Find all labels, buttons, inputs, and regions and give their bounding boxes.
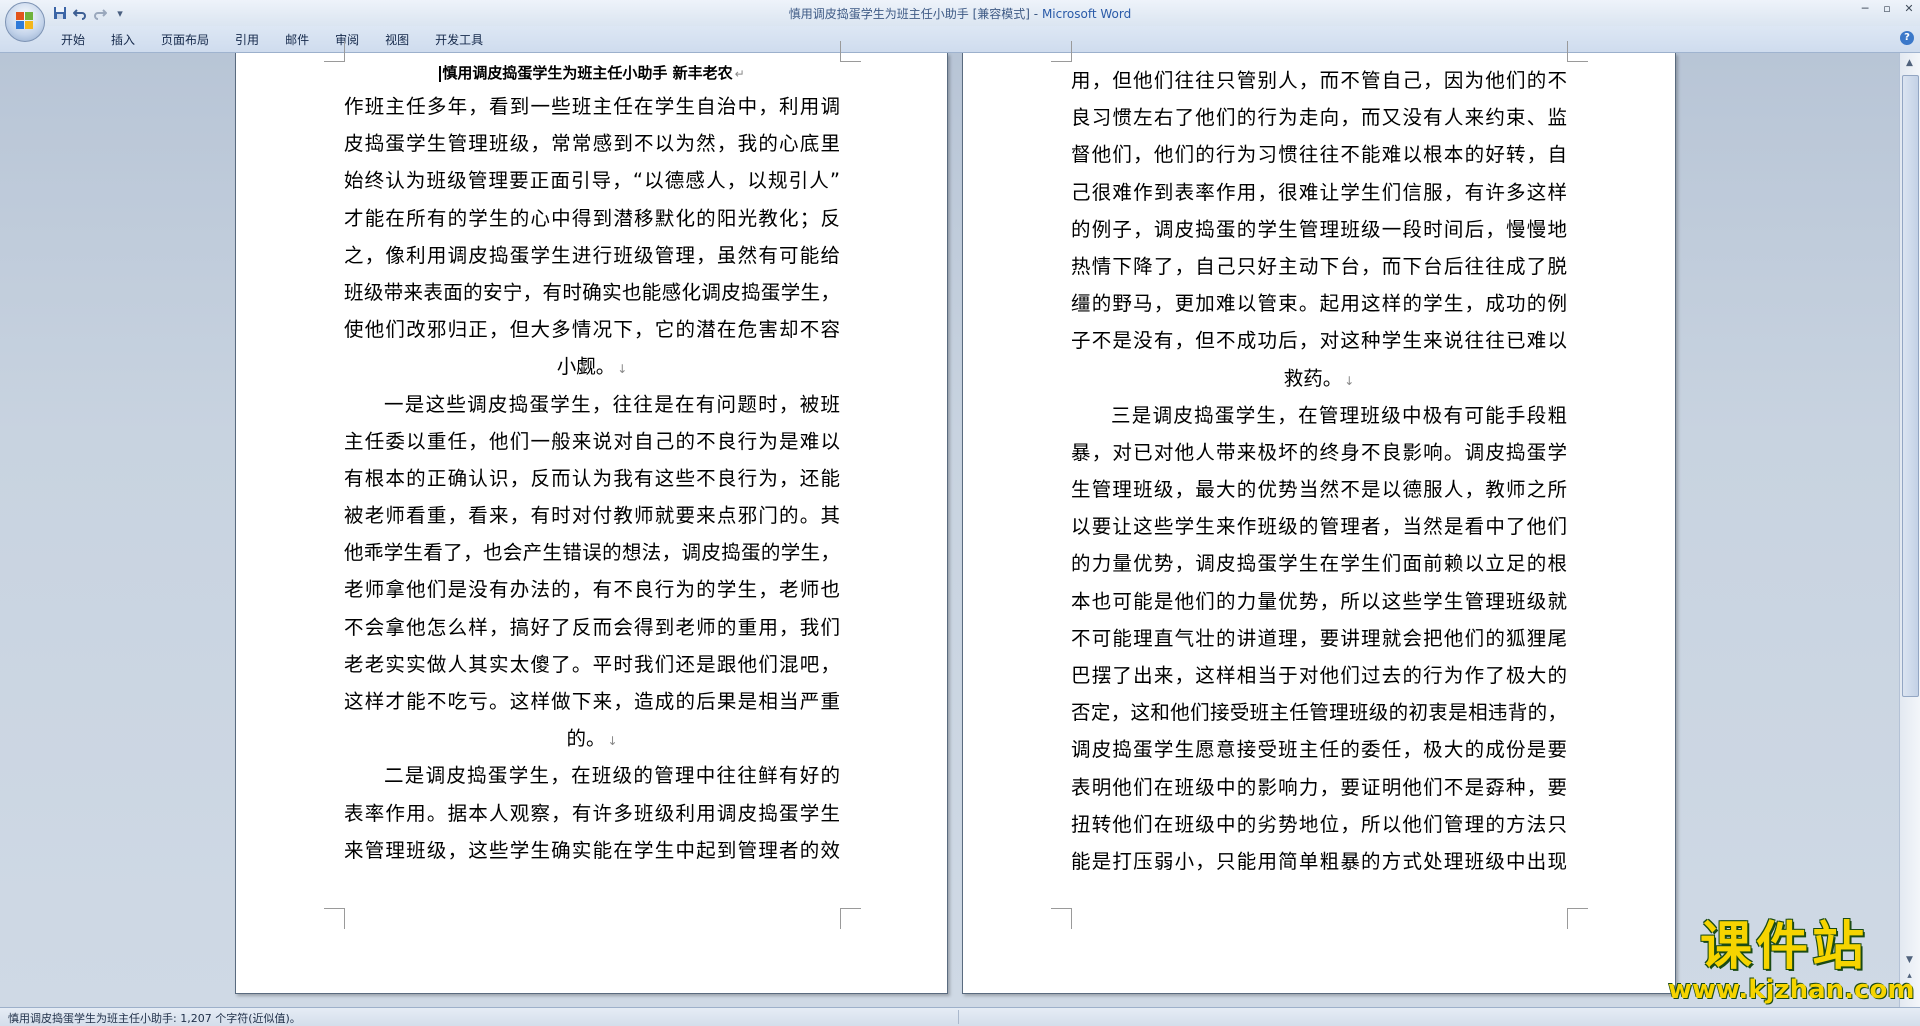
text-line: 作班主任多年，看到一些班主任在学生自治中，利用调 [344,95,840,118]
document-area: 慎用调皮捣蛋学生为班主任小助手 新丰老农 ↵ 作班主任多年，看到一些班主任在学生自… [0,41,1900,1007]
crop-mark [1567,908,1588,929]
text-line: 子不是没有，但不成功后，对这种学生来说往往已难以 [1071,329,1567,353]
save-icon[interactable] [52,5,68,21]
page-1-text: 慎用调皮捣蛋学生为班主任小助手 新丰老农 ↵ 作班主任多年，看到一些班主任在学生自… [344,58,840,869]
text-line: 小觑。 ↓ [556,355,628,379]
text-line: 暴，对已对他人带来极坏的终身不良影响。调皮捣蛋学 [1071,440,1567,464]
text-line: 之，像利用调皮捣蛋学生进行班级管理，虽然有可能给 [344,243,840,267]
text-line: 不会拿他怎么样，搞好了反而会得到老师的重用，我们 [344,615,840,639]
text-line: 这样才能不吃亏。这样做下来，造成的后果是相当严重 [344,690,840,713]
title-bar: 慎用调皮捣蛋学生为班主任小助手 [兼容模式] - Microsoft Word … [0,0,1920,26]
crop-mark [840,41,861,62]
scroll-down-icon[interactable]: ▼ [1902,953,1917,967]
text-line: 被老师看重，看来，有时对付教师就要来点邪门的。其 [344,504,840,528]
text-line: 皮捣蛋学生管理班级，常常感到不以为然，我的心底里 [344,132,840,156]
window-title: 慎用调皮捣蛋学生为班主任小助手 [兼容模式] - Microsoft Word [0,5,1920,22]
text-line: 救药。 ↓ [1283,366,1355,390]
text-line: 调皮捣蛋学生愿意接受班主任的委任，极大的成份是要 [1071,738,1567,762]
redo-icon[interactable] [92,5,108,21]
text-line: 热情下降了，自己只好主动下台，而下台后往往成了脱 [1071,254,1567,278]
page-2-text: 用，但他们往往只管别人，而不管自己，因为他们的不 良习惯左右了他们的行为走向，而又… [1071,62,1567,880]
document-name: 慎用调皮捣蛋学生为班主任小助手 [兼容模式] [788,7,1030,21]
paragraph-mark: ↓ [1344,373,1355,388]
text-line: 有根本的正确认识，反而认为我有这些不良行为，还能 [344,466,840,490]
watermark-logo: 课件站 www.kjzhan.com [1668,917,1915,1008]
text-line: 否定，这和他们接受班主任管理班级的初衷是相违背的， [1071,701,1567,725]
text-line: 良习惯左右了他们的行为走向，而又没有人来约束、监 [1071,106,1567,130]
office-logo-icon [16,12,34,30]
help-icon[interactable]: ? [1900,31,1914,45]
page-2[interactable]: 用，但他们往往只管别人，而不管自己，因为他们的不 良习惯左右了他们的行为走向，而又… [962,41,1676,994]
crop-mark [324,908,345,929]
close-button[interactable]: ✕ [1898,0,1920,20]
text-line: 不可能理直气壮的讲道理，要讲理就会把他们的狐狸尾 [1071,626,1567,650]
scroll-up-icon[interactable]: ▲ [1902,56,1917,70]
undo-icon[interactable] [72,5,88,21]
status-bar: 慎用调皮捣蛋学生为班主任小助手: 1,207 个字符(近似值)。 [0,1007,1920,1026]
text-line: 使他们改邪归正，但大多情况下，它的潜在危害却不容 [344,318,840,342]
text-line: 老师拿他们是没有办法的，有不良行为的学生，老师也 [344,578,840,602]
crop-mark [324,41,345,62]
text-line: 的例子，调皮捣蛋的学生管理班级一段时间后，慢慢地 [1071,217,1567,241]
text-line: 本也可能是他们的力量优势，所以这些学生管理班级就 [1071,589,1567,613]
vertical-scrollbar[interactable]: ▲ ▼ ▴ ○ [1899,53,1920,1007]
text-line: 老老实实做人其实太傻了。平时我们还是跟他们混吧， [344,652,840,676]
quick-access-toolbar: ▾ [52,4,128,22]
text-line: 缰的野马，更加难以管束。起用这样的学生，成功的例 [1071,292,1567,316]
tab-mailings[interactable]: 邮件 [272,31,322,49]
text-line: 表率作用。据本人观察，有许多班级利用调皮捣蛋学生 [344,801,840,825]
ribbon: 开始 插入 页面布局 引用 邮件 审阅 视图 开发工具 ? [0,26,1920,53]
tab-developer[interactable]: 开发工具 [422,31,496,49]
tab-page-layout[interactable]: 页面布局 [148,31,222,49]
watermark-url: www.kjzhan.com [1668,975,1915,1005]
scroll-thumb[interactable] [1902,75,1919,697]
text-line: 班级带来表面的安宁，有时确实也能感化调皮捣蛋学生， [344,280,840,304]
text-line: 以要让这些学生来作班级的管理者，当然是看中了他们 [1071,515,1567,539]
text-line: 巴摆了出来，这样相当于对他们过去的行为作了极大的 [1071,664,1567,687]
office-button[interactable] [5,2,45,42]
text-line: 一是这些调皮捣蛋学生，往往是在有问题时，被班 [384,392,840,416]
minimize-button[interactable]: ─ [1854,0,1876,20]
restore-button[interactable]: ▫ [1876,0,1898,20]
text-line: 才能在所有的学生的心中得到潜移默化的阳光教化；反 [344,206,840,230]
tab-home[interactable]: 开始 [48,31,98,49]
text-line: 己很难作到表率作用，很难让学生们信服，有许多这样 [1071,180,1567,204]
ribbon-tabs: 开始 插入 页面布局 引用 邮件 审阅 视图 开发工具 [48,31,496,49]
watermark-cn: 课件站 [1699,917,1868,977]
text-line: 来管理班级，这些学生确实能在学生中起到管理者的效 [344,838,840,862]
text-line: 用，但他们往往只管别人，而不管自己，因为他们的不 [1071,69,1567,92]
crop-mark [840,908,861,929]
app-name: Microsoft Word [1041,7,1132,21]
text-line: 表明他们在班级中的影响力，要证明他们不是孬种，要 [1071,775,1567,799]
title-separator: - [1029,7,1042,21]
paragraph-mark: ↓ [607,734,618,749]
tab-view[interactable]: 视图 [372,31,422,49]
text-line: 的。 ↓ [566,727,618,751]
crop-mark [1051,908,1072,929]
text-line: 扭转他们在班级中的劣势地位，所以他们管理的方法只 [1071,812,1567,836]
text-line: 督他们，他们的行为习惯往往不能难以根本的好转，自 [1071,143,1567,167]
window-controls: ─ ▫ ✕ [1854,0,1920,20]
dropdown-icon[interactable]: ▾ [112,5,128,21]
status-text: 慎用调皮捣蛋学生为班主任小助手: 1,207 个字符(近似值)。 [8,1012,301,1025]
paragraph-mark: ↓ [617,362,628,377]
text-line: 始终认为班级管理要正面引导，“以德感人，以规引人” [344,169,840,193]
text-line: 能是打压弱小，只能用简单粗暴的方式处理班级中出现 [1071,849,1567,873]
crop-mark [1051,41,1072,62]
text-line: 他乖学生看了，也会产生错误的想法，调皮捣蛋的学生， [344,541,840,565]
text-line: 二是调皮捣蛋学生，在班级的管理中往往鲜有好的 [384,764,840,788]
crop-mark [1567,41,1588,62]
tab-references[interactable]: 引用 [222,31,272,49]
tab-insert[interactable]: 插入 [98,31,148,49]
text-line: 的力量优势，调皮捣蛋学生在学生们面前赖以立足的根 [1071,552,1567,576]
document-title: 慎用调皮捣蛋学生为班主任小助手 新丰老农 ↵ [344,58,840,88]
page-1[interactable]: 慎用调皮捣蛋学生为班主任小助手 新丰老农 ↵ 作班主任多年，看到一些班主任在学生自… [235,41,948,994]
text-line: 主任委以重任，他们一般来说对自己的不良行为是难以 [344,429,840,453]
text-line: 生管理班级，最大的优势当然不是以德服人，教师之所 [1071,478,1567,502]
status-divider [958,1010,959,1024]
text-line: 三是调皮捣蛋学生，在管理班级中极有可能手段粗 [1111,403,1567,427]
